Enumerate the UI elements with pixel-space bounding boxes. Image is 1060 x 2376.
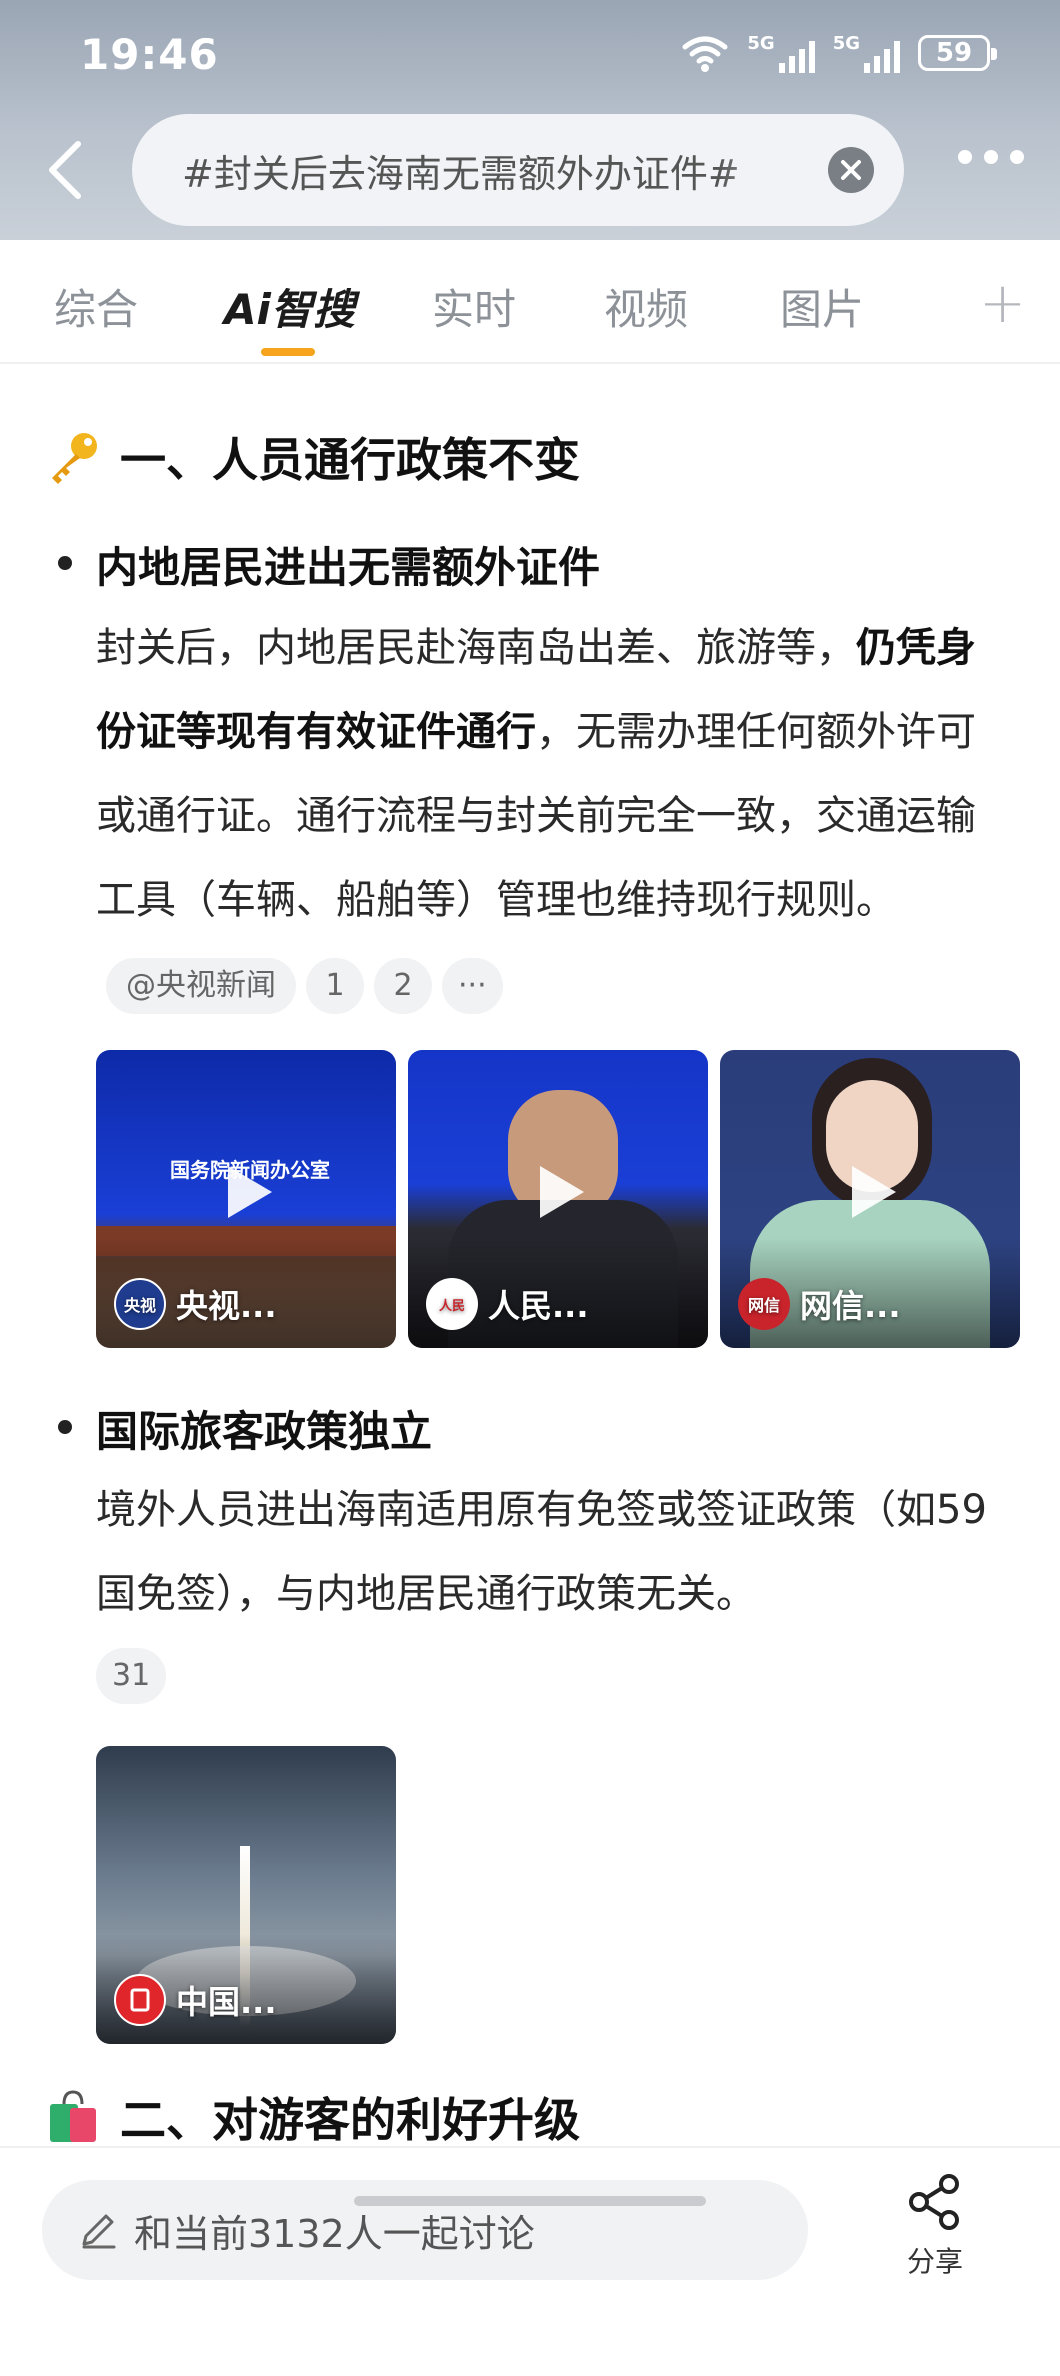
- bullet-dot: [58, 1420, 72, 1434]
- source-logo: [114, 1974, 166, 2026]
- home-indicator[interactable]: [354, 2196, 706, 2206]
- reference-chip[interactable]: 31: [96, 1648, 167, 1704]
- status-time: 19:46: [80, 30, 219, 79]
- bottom-bar: 和当前3132人一起讨论 分享: [0, 2146, 1060, 2376]
- image-thumbnail[interactable]: 中国...: [96, 1746, 396, 2044]
- reference-chip[interactable]: 1: [306, 958, 364, 1014]
- close-icon: [841, 160, 861, 180]
- pencil-icon: [82, 2214, 116, 2249]
- discussion-input[interactable]: 和当前3132人一起讨论: [42, 2180, 808, 2280]
- reference-chip[interactable]: 2: [374, 958, 432, 1014]
- header: 19:46 5G 5G 59 #封关后去海南无需额外办证件#: [0, 0, 1060, 240]
- back-button[interactable]: [44, 140, 88, 200]
- video-source: 央视 央视...: [114, 1278, 276, 1330]
- tab-images[interactable]: 图片: [780, 276, 864, 337]
- video-thumbnail[interactable]: 国务院新闻办公室 央视 央视...: [96, 1050, 396, 1348]
- section-title: 一、人员通行政策不变: [120, 433, 580, 487]
- section-title: 二、对游客的利好升级: [120, 2093, 580, 2147]
- search-input[interactable]: #封关后去海南无需额外办证件#: [132, 114, 904, 226]
- more-options-button[interactable]: [958, 150, 1024, 164]
- signal-icon-2: 5G: [833, 33, 900, 73]
- video-source: 人民 人民...: [426, 1278, 588, 1330]
- tab-comprehensive[interactable]: 综合: [54, 276, 138, 337]
- tab-video[interactable]: 视频: [604, 276, 688, 337]
- play-icon: [540, 1166, 584, 1218]
- item-paragraph: 封关后，内地居民赴海南岛出差、旅游等，仍凭身份证等现有有效证件通行，无需办理任何…: [96, 606, 1006, 1026]
- bullet-dot: [58, 556, 72, 570]
- search-query: #封关后去海南无需额外办证件#: [182, 151, 740, 196]
- status-icons: 5G 5G 59: [681, 30, 997, 76]
- share-button[interactable]: 分享: [890, 2174, 980, 2280]
- tab-realtime[interactable]: 实时: [432, 276, 516, 337]
- section-heading-2: 二、对游客的利好升级: [44, 2084, 580, 2150]
- status-bar: 19:46 5G 5G 59: [0, 0, 1060, 110]
- dot-icon: [958, 150, 972, 164]
- active-tab-indicator: [261, 348, 315, 356]
- item-heading: 国际旅客政策独立: [96, 1407, 433, 1456]
- dot-icon: [1010, 150, 1024, 164]
- more-references-chip[interactable]: ···: [442, 958, 503, 1014]
- source-logo: 网信: [738, 1278, 790, 1330]
- share-label: 分享: [906, 2245, 963, 2278]
- source-logo: 人民: [426, 1278, 478, 1330]
- section-heading-1: 一、人员通行政策不变: [44, 424, 580, 490]
- chevron-left-icon: [49, 141, 81, 199]
- play-icon: [228, 1166, 272, 1218]
- clear-search-button[interactable]: [828, 147, 874, 193]
- wifi-icon: [681, 33, 729, 73]
- add-tab-button[interactable]: +: [979, 276, 1026, 332]
- item-heading: 内地居民进出无需额外证件: [96, 543, 601, 592]
- shopping-bag-icon: [50, 2090, 96, 2142]
- item-paragraph: 境外人员进出海南适用原有免签或签证政策（如59国免签），与内地居民通行政策无关。: [96, 1487, 987, 1617]
- battery-indicator: 59: [918, 35, 997, 71]
- play-icon: [852, 1166, 896, 1218]
- square-icon: [130, 1988, 150, 2012]
- signal-icon: 5G: [747, 33, 815, 73]
- dot-icon: [984, 150, 998, 164]
- source-logo: 央视: [114, 1278, 166, 1330]
- discussion-placeholder: 和当前3132人一起讨论: [134, 2211, 535, 2256]
- source-chip[interactable]: @央视新闻: [106, 958, 296, 1014]
- tab-bar: 综合 Ai智搜 实时 视频 图片 +: [0, 240, 1060, 364]
- image-source: 中国...: [114, 1974, 276, 2026]
- video-source: 网信 网信...: [738, 1278, 900, 1330]
- tab-ai-search[interactable]: Ai智搜: [224, 276, 355, 337]
- video-thumbnail[interactable]: 网信 网信...: [720, 1050, 1020, 1348]
- share-icon: [909, 2174, 959, 2230]
- key-icon: [52, 433, 97, 484]
- video-thumbnail[interactable]: 人民 人民...: [408, 1050, 708, 1348]
